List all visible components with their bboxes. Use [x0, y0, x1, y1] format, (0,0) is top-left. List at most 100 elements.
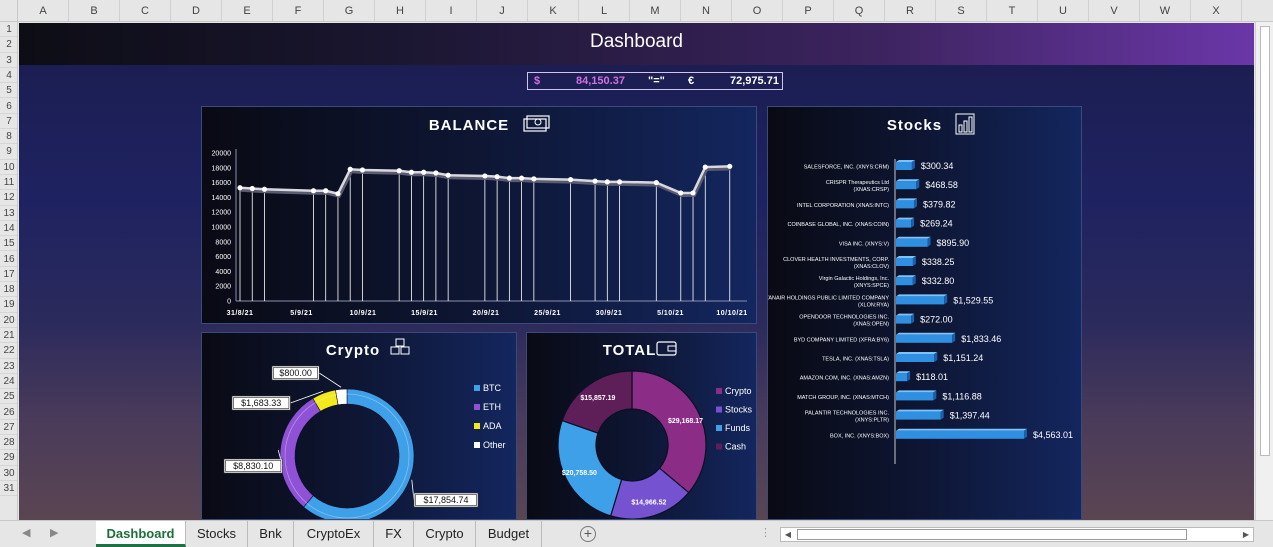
row-header[interactable]: 6 [0, 99, 17, 114]
column-header[interactable]: O [732, 0, 783, 21]
crypto-leader-line [411, 479, 415, 501]
column-header[interactable]: F [273, 0, 324, 21]
tab-dashboard[interactable]: Dashboard [96, 521, 186, 547]
stock-bar [896, 181, 917, 190]
data-point [359, 167, 366, 173]
row-header[interactable]: 12 [0, 190, 17, 206]
vertical-scrollbar[interactable] [1255, 22, 1273, 520]
data-point [592, 178, 598, 184]
row-header[interactable]: 2 [0, 37, 17, 53]
tab-cryptoex[interactable]: CryptoEx [294, 521, 374, 547]
x-tick-label: 31/8/21 [227, 310, 254, 317]
column-header[interactable]: S [936, 0, 987, 21]
column-header[interactable]: Q [834, 0, 885, 21]
column-header[interactable]: A [18, 0, 69, 21]
x-tick-label: 15/9/21 [411, 310, 438, 317]
stock-bar [896, 430, 1024, 439]
stock-bar-top [896, 352, 938, 354]
row-header[interactable]: 29 [0, 450, 17, 466]
column-header[interactable]: M [630, 0, 681, 21]
row-header[interactable]: 4 [0, 68, 17, 84]
equals-sign: "=" [648, 75, 665, 87]
vertical-scroll-thumb[interactable] [1260, 26, 1270, 456]
row-header[interactable]: 18 [0, 282, 17, 298]
select-all-corner[interactable] [0, 0, 18, 22]
row-header[interactable]: 8 [0, 129, 17, 145]
row-header[interactable]: 15 [0, 236, 17, 252]
row-header[interactable]: 9 [0, 144, 17, 160]
row-headers[interactable]: 1 2 3 4 5 6 7 8 9 10 11 12 13 14 15 16 17 18 19 20 21 22 23 24 2… [0, 22, 18, 520]
row-header[interactable]: 28 [0, 435, 17, 451]
column-header[interactable]: X [1191, 0, 1242, 21]
row-header[interactable]: 3 [0, 53, 17, 68]
balance-chart-panel[interactable]: BALANCE 20000 18000 16000 14000 12000 10000 80… [201, 106, 757, 324]
column-header[interactable]: W [1140, 0, 1191, 21]
row-header[interactable]: 19 [0, 297, 17, 313]
total-slice-cash [561, 370, 633, 434]
row-header[interactable]: 10 [0, 160, 17, 175]
column-header[interactable]: I [426, 0, 477, 21]
row-header[interactable]: 16 [0, 252, 17, 267]
money-icon [523, 115, 550, 132]
tab-stocks[interactable]: Stocks [186, 521, 248, 547]
column-header[interactable]: L [579, 0, 630, 21]
column-header[interactable]: J [477, 0, 528, 21]
column-header[interactable]: U [1038, 0, 1089, 21]
row-header[interactable]: 27 [0, 420, 17, 436]
row-header[interactable]: 21 [0, 328, 17, 344]
column-header[interactable]: D [171, 0, 222, 21]
scroll-left-icon[interactable]: ◀ [781, 528, 795, 541]
column-headers[interactable]: ABCDEFGHIJKLMNOPQRSTUVWX [18, 0, 1273, 22]
stock-name-label: RYANAIR HOLDINGS PUBLIC LIMITED COMPANY [768, 295, 889, 301]
column-header[interactable]: G [324, 0, 375, 21]
crypto-chart-panel[interactable]: Crypto $17,854.74 $8,830.10 $1,683.33 $800.… [201, 332, 517, 520]
column-header[interactable]: T [987, 0, 1038, 21]
column-header[interactable]: V [1089, 0, 1140, 21]
stock-value-label: $4,563.01 [1033, 430, 1073, 440]
tab-bnk[interactable]: Bnk [248, 521, 294, 547]
row-header[interactable]: 31 [0, 481, 17, 497]
data-point [261, 186, 268, 192]
row-header[interactable]: 1 [0, 22, 17, 38]
row-header[interactable]: 11 [0, 175, 17, 191]
row-header[interactable]: 20 [0, 313, 17, 328]
tab-crypto[interactable]: Crypto [414, 521, 476, 547]
stocks-plot: SALESFORCE, INC. (XNYS:CRM) $300.34 CRISPR… [768, 159, 1073, 464]
column-header[interactable]: B [69, 0, 120, 21]
total-legend-swatch [716, 388, 722, 394]
row-header[interactable]: 13 [0, 206, 17, 221]
row-header[interactable]: 17 [0, 267, 17, 283]
tab-budget[interactable]: Budget [476, 521, 542, 547]
column-header[interactable]: E [222, 0, 273, 21]
row-header[interactable]: 7 [0, 114, 17, 130]
column-header[interactable]: C [120, 0, 171, 21]
stock-bar-top [896, 390, 937, 393]
data-point [727, 163, 733, 169]
row-header[interactable]: 30 [0, 466, 17, 481]
column-header[interactable]: P [783, 0, 834, 21]
horizontal-scroll-thumb[interactable] [797, 529, 1187, 540]
data-point [616, 179, 623, 185]
total-chart-panel[interactable]: TOTAL $29,168.17 $14,966.52 $20,758.50 $15,… [526, 332, 757, 520]
stocks-chart-panel[interactable]: Stocks SALESFORCE, INC. (XNYS:CRM) $300.3… [767, 106, 1082, 520]
tab-fx[interactable]: FX [374, 521, 414, 547]
column-header[interactable]: K [528, 0, 579, 21]
split-handle-icon[interactable]: ⋮ [760, 526, 771, 539]
column-header[interactable]: N [681, 0, 732, 21]
new-sheet-button[interactable]: + [580, 526, 596, 542]
row-header[interactable]: 24 [0, 374, 17, 390]
total-legend-swatch [716, 443, 722, 450]
tab-scroll-right-icon[interactable]: ▶ [50, 526, 58, 539]
horizontal-scrollbar[interactable]: ◀ ▶ [780, 527, 1254, 542]
row-header[interactable]: 25 [0, 389, 17, 405]
column-header[interactable]: R [885, 0, 936, 21]
stock-name-label: PALANTIR TECHNOLOGIES INC. [805, 411, 890, 417]
row-header[interactable]: 14 [0, 221, 17, 237]
row-header[interactable]: 26 [0, 405, 17, 420]
tab-scroll-left-icon[interactable]: ◀ [22, 526, 30, 539]
row-header[interactable]: 22 [0, 343, 17, 359]
column-header[interactable]: H [375, 0, 426, 21]
scroll-right-icon[interactable]: ▶ [1239, 528, 1253, 541]
row-header[interactable]: 5 [0, 83, 17, 99]
row-header[interactable]: 23 [0, 359, 17, 374]
